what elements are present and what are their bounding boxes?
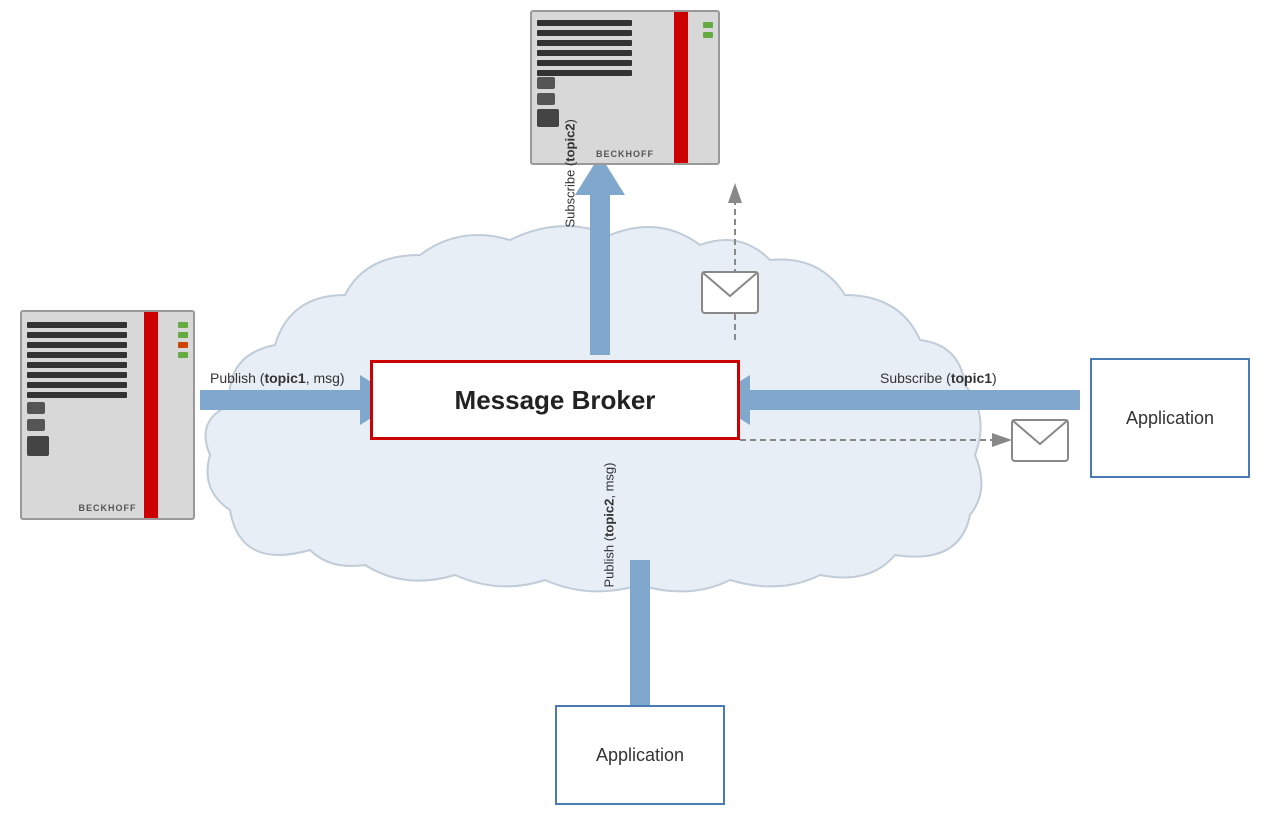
diagram-container: BECKHOFF BECKHOFF Message Broker (0, 0, 1280, 825)
app-box-right: Application (1090, 358, 1250, 478)
publish-bottom-topic: topic2 (602, 499, 617, 537)
subscribe-right-topic: topic1 (951, 370, 992, 386)
subscribe-top-topic: topic2 (563, 123, 578, 161)
subscribe-arrow-top (575, 155, 625, 355)
envelope-top (700, 270, 760, 315)
subscribe-right-label: Subscribe (topic1) (880, 370, 997, 386)
publish-bottom-label: Publish (topic2, msg) (602, 463, 617, 588)
app-right-label: Application (1126, 408, 1214, 429)
publish-left-label: Publish (topic1, msg) (210, 370, 345, 386)
broker-box: Message Broker (370, 360, 740, 440)
plc-device-top: BECKHOFF (530, 10, 720, 165)
app-box-bottom: Application (555, 705, 725, 805)
plc-device-left: BECKHOFF (20, 310, 195, 520)
broker-label: Message Broker (455, 385, 656, 416)
app-bottom-label: Application (596, 745, 684, 766)
publish-left-topic: topic1 (264, 370, 305, 386)
envelope-right (1010, 418, 1070, 463)
subscribe-top-label: Subscribe (topic2) (563, 119, 578, 227)
